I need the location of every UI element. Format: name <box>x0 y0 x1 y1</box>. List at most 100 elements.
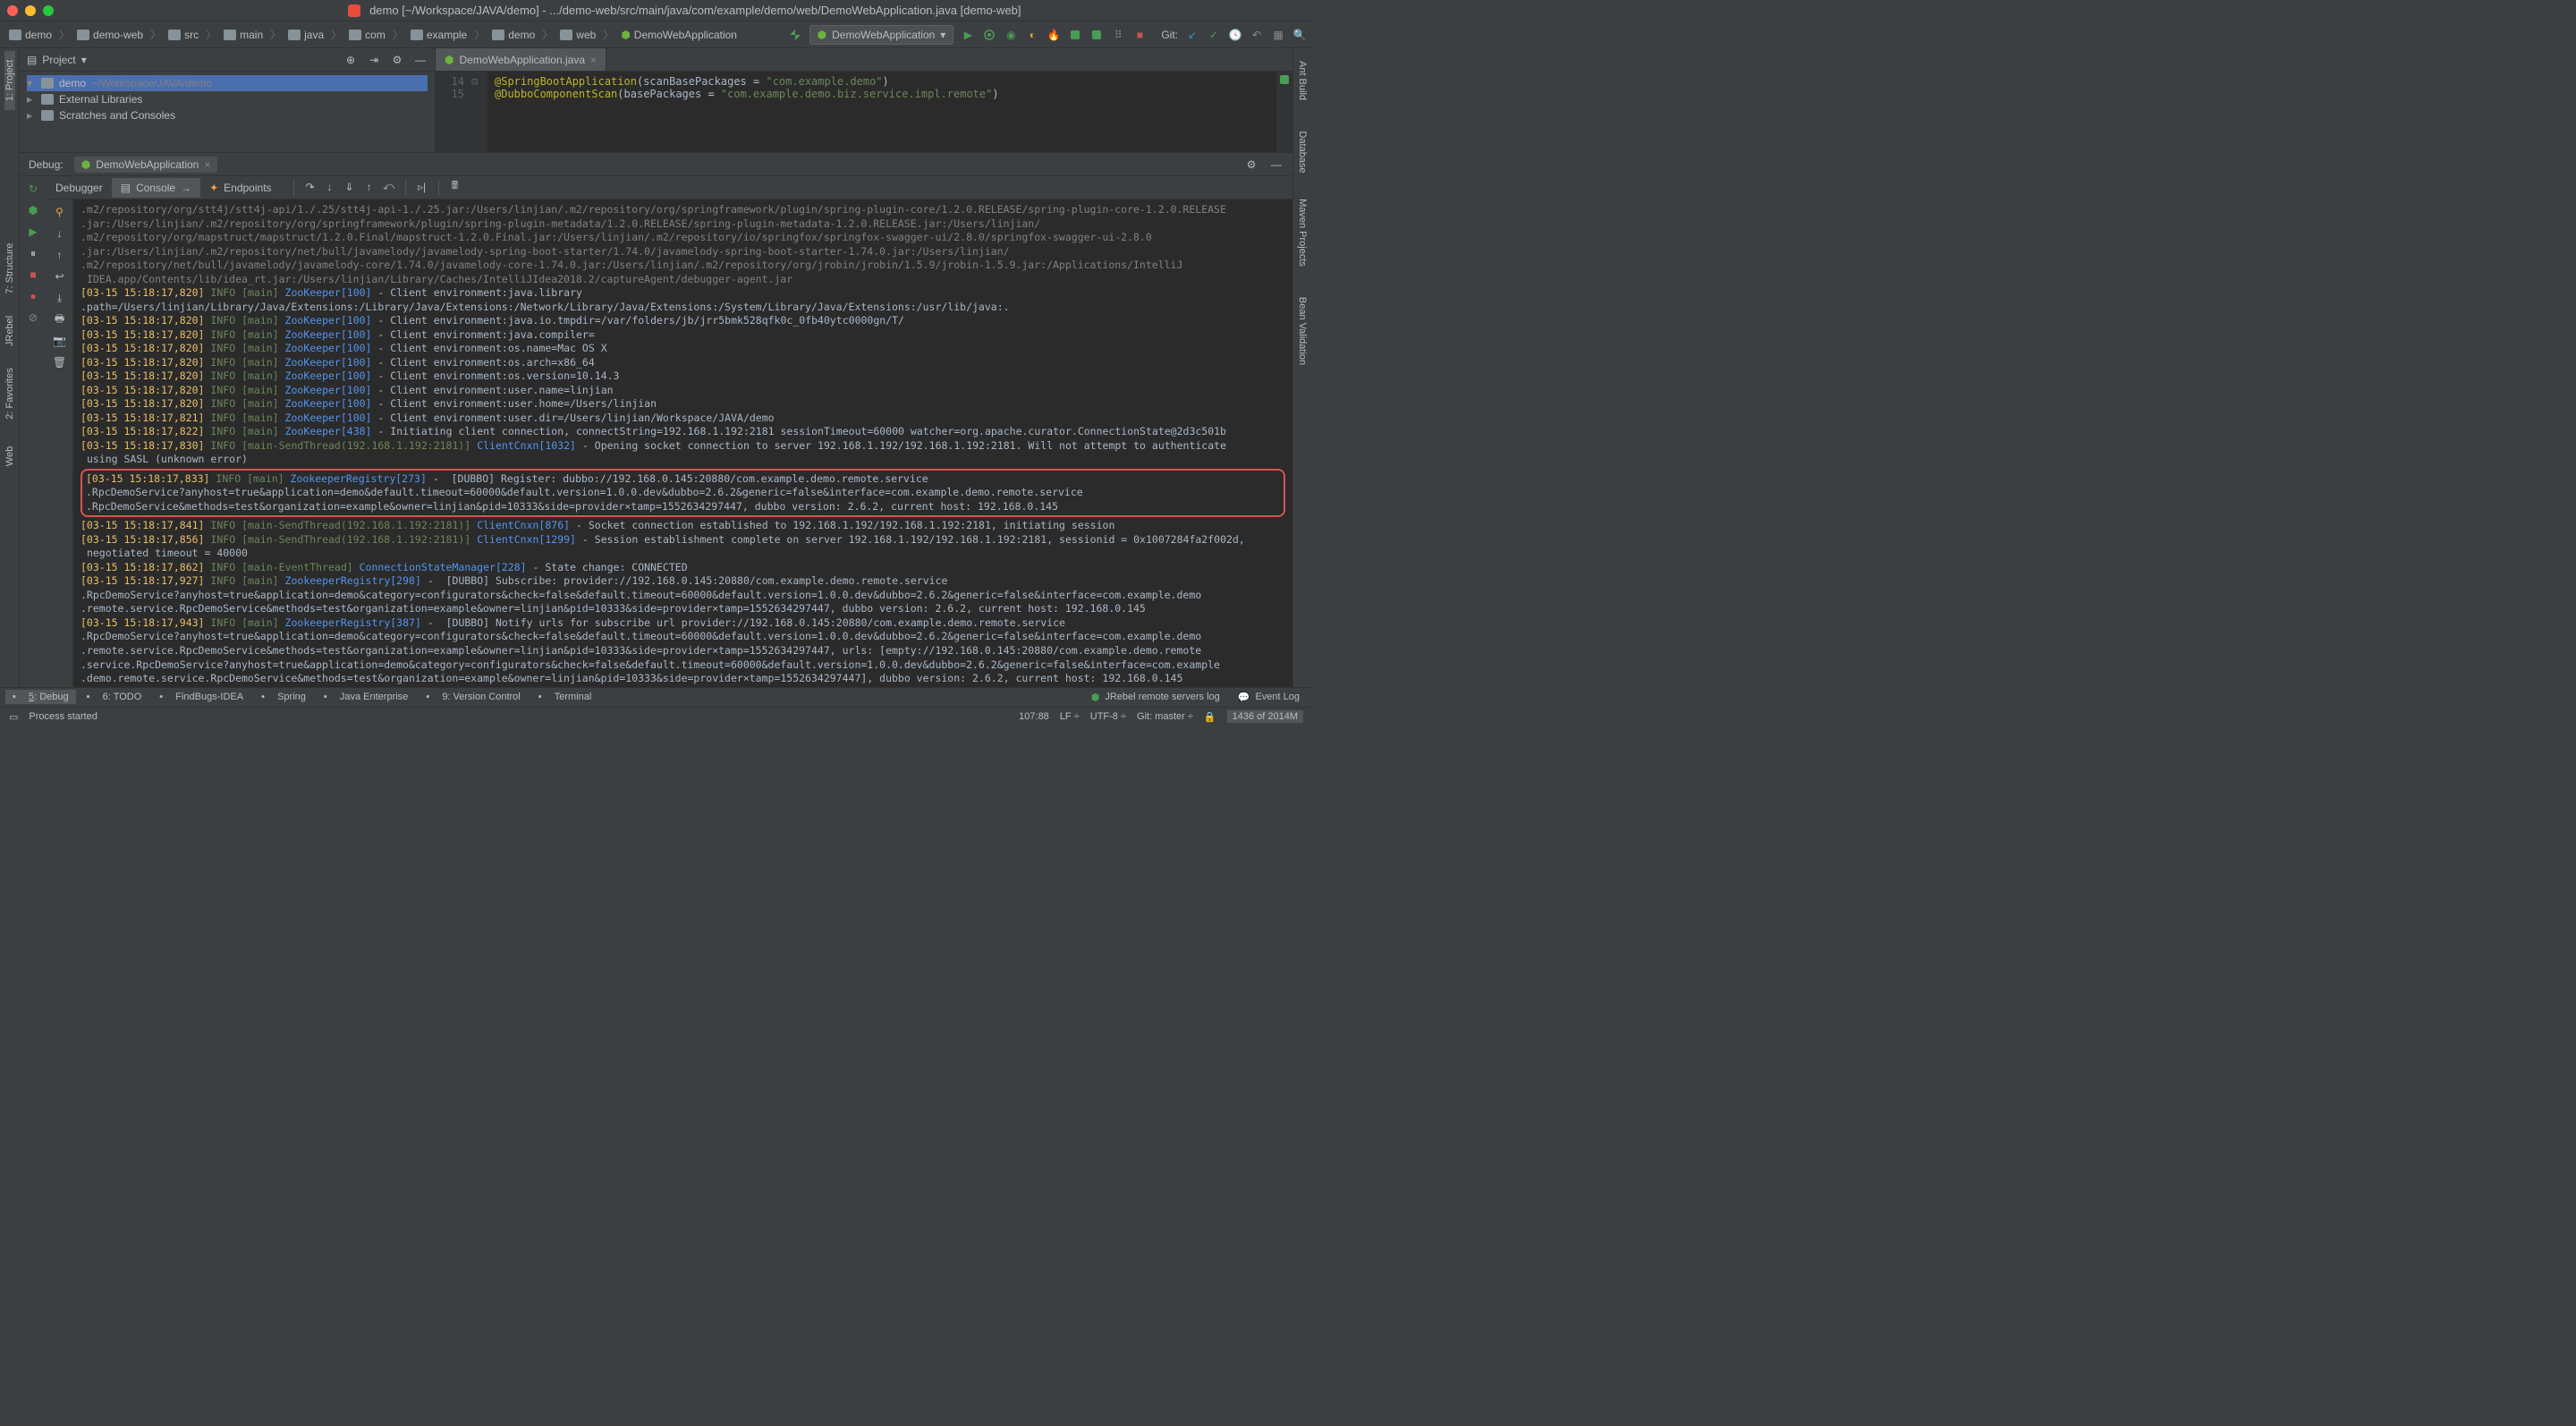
bottom-tab[interactable]: ▪6: TODO <box>80 690 149 704</box>
dropdown-icon[interactable]: ▾ <box>81 54 87 66</box>
vcs-revert-icon[interactable]: ↶ <box>1250 28 1264 42</box>
breadcrumb-item[interactable]: com <box>345 27 389 43</box>
jrebel-run-icon[interactable] <box>1068 28 1082 42</box>
debug-tabs: Debugger ▤ Console → ✦ Endpoints ↷ ↓ ⇓ ↑… <box>47 176 1292 199</box>
build-icon[interactable] <box>788 28 802 42</box>
evaluate-icon[interactable]: 🖩 <box>448 180 462 194</box>
breadcrumb-item[interactable]: demo <box>5 27 55 43</box>
flame-button[interactable]: 🔥 <box>1046 28 1061 42</box>
encoding[interactable]: UTF-8 ÷ <box>1090 711 1126 722</box>
hide-icon[interactable]: — <box>1269 157 1284 172</box>
breadcrumb-item[interactable]: demo <box>488 27 538 43</box>
vcs-update-icon[interactable]: ↙ <box>1185 28 1199 42</box>
pause-icon[interactable]: ⏸ <box>26 246 40 260</box>
step-into-icon[interactable]: ↓ <box>323 180 337 194</box>
drop-frame-icon[interactable]: ⤺ <box>382 180 396 194</box>
scroll-end-icon[interactable]: ⤓ <box>53 291 67 305</box>
breadcrumb-item[interactable]: web <box>556 27 599 43</box>
stop-button[interactable]: ■ <box>1132 28 1147 42</box>
left-tool-strip: 1: Project 7: Structure JRebel 2: Favori… <box>0 48 20 687</box>
editor-tab-demo[interactable]: ⬢ DemoWebApplication.java × <box>436 48 606 71</box>
bottom-tab[interactable]: ▪9: Version Control <box>419 690 527 704</box>
console-output[interactable]: .m2/repository/org/stt4j/stt4j-api/1./.2… <box>73 199 1292 687</box>
side-tab-web[interactable]: Web <box>4 427 15 486</box>
close-icon[interactable]: × <box>204 158 210 171</box>
tab-debugger[interactable]: Debugger <box>47 178 112 198</box>
breadcrumb-item[interactable]: java <box>284 27 327 43</box>
project-tree[interactable]: ▾demo ~/Workspace/JAVA/demo▸External Lib… <box>20 72 435 127</box>
print-icon[interactable]: 🖶 <box>53 312 67 327</box>
memory-indicator[interactable]: 1436 of 2014M <box>1227 710 1303 723</box>
lock-icon[interactable]: 🔒 <box>1204 711 1216 723</box>
attach-icon[interactable]: ⚲ <box>53 205 67 219</box>
ide-settings-icon[interactable]: ▦ <box>1271 28 1285 42</box>
jrebel-debug-icon[interactable] <box>1089 28 1104 42</box>
bottom-tab[interactable]: ▪FindBugs-IDEA <box>152 690 250 704</box>
breadcrumb-item[interactable]: demo-web <box>73 27 147 43</box>
code-area[interactable]: @SpringBootApplication(scanBasePackages … <box>487 72 1276 152</box>
soft-wrap-icon[interactable]: ↩ <box>53 269 67 284</box>
side-tab-favorites[interactable]: 2: Favorites <box>4 364 15 423</box>
status-icon[interactable]: ▭ <box>9 711 18 723</box>
step-over-icon[interactable]: ↷ <box>303 180 318 194</box>
side-tab-jrebel[interactable]: JRebel <box>4 301 15 361</box>
resume-icon[interactable]: ▶ <box>26 225 40 239</box>
debug-button[interactable] <box>982 28 996 42</box>
git-branch[interactable]: Git: master ÷ <box>1137 711 1193 722</box>
collapse-icon[interactable]: ⇥ <box>367 53 381 67</box>
bottom-tab[interactable]: ▪Java Enterprise <box>317 690 415 704</box>
up-icon[interactable]: ↑ <box>53 248 67 262</box>
breadcrumb-item[interactable]: ⬢DemoWebApplication <box>617 27 741 43</box>
jrebel-icon[interactable]: ⬢ <box>26 203 40 217</box>
coverage-button[interactable]: ◉ <box>1004 28 1018 42</box>
tab-console[interactable]: ▤ Console → <box>112 178 200 198</box>
side-tab-bean[interactable]: Bean Validation <box>1297 287 1308 375</box>
tree-item[interactable]: ▸Scratches and Consoles <box>27 107 428 123</box>
actions-icon[interactable]: ⠿ <box>1111 28 1125 42</box>
bottom-tab[interactable]: ▪5: Debug <box>5 690 76 704</box>
breadcrumb-item[interactable]: example <box>407 27 470 43</box>
down-icon[interactable]: ↓ <box>53 226 67 241</box>
minimize-window[interactable] <box>25 5 36 16</box>
side-tab-maven[interactable]: Maven Projects <box>1297 189 1308 276</box>
run-config-selector[interactable]: ⬢ DemoWebApplication ▾ <box>809 25 954 45</box>
event-log-tab[interactable]: 💬Event Log <box>1231 690 1307 705</box>
camera-icon[interactable]: 📷 <box>53 334 67 348</box>
bottom-tab[interactable]: ▪Spring <box>254 690 313 704</box>
profile-button[interactable]: ◐ <box>1025 28 1039 42</box>
rerun-icon[interactable]: ↻ <box>26 182 40 196</box>
breadcrumb-item[interactable]: main <box>220 27 267 43</box>
hide-icon[interactable]: — <box>413 53 428 67</box>
run-button[interactable]: ▶ <box>961 28 975 42</box>
force-step-into-icon[interactable]: ⇓ <box>343 180 357 194</box>
gear-icon[interactable]: ⚙ <box>390 53 404 67</box>
line-sep[interactable]: LF ÷ <box>1060 711 1080 722</box>
clear-icon[interactable]: 🗑 <box>53 355 67 369</box>
run-to-cursor-icon[interactable]: ▹| <box>415 180 429 194</box>
breadcrumb-item[interactable]: src <box>165 27 202 43</box>
tree-item[interactable]: ▾demo ~/Workspace/JAVA/demo <box>27 75 428 91</box>
mute-bp-icon[interactable]: ⊘ <box>26 310 40 325</box>
maximize-window[interactable] <box>43 5 54 16</box>
close-window[interactable] <box>7 5 18 16</box>
editor-content[interactable]: 14 15 ⊟ @SpringBootApplication(scanBaseP… <box>436 72 1292 152</box>
side-tab-structure[interactable]: 7: Structure <box>4 239 15 298</box>
fold-gutter[interactable]: ⊟ <box>470 72 487 152</box>
gear-icon[interactable]: ⚙ <box>1244 157 1258 172</box>
tree-item[interactable]: ▸External Libraries <box>27 91 428 107</box>
cursor-position[interactable]: 107:88 <box>1019 711 1049 722</box>
jrebel-log-tab[interactable]: ⬢JRebel remote servers log <box>1084 690 1227 705</box>
close-icon[interactable]: × <box>590 54 597 66</box>
tab-endpoints[interactable]: ✦ Endpoints <box>200 178 280 198</box>
toolbar: ⬢ DemoWebApplication ▾ ▶ ◉ ◐ 🔥 ⠿ ■ Git: … <box>788 25 1307 45</box>
side-tab-database[interactable]: Database <box>1297 108 1308 196</box>
vcs-commit-icon[interactable]: ✓ <box>1207 28 1221 42</box>
bottom-tab[interactable]: ▪Terminal <box>531 690 599 704</box>
side-tab-project[interactable]: 1: Project <box>4 51 15 110</box>
target-icon[interactable]: ⊕ <box>343 53 358 67</box>
stop-icon[interactable]: ■ <box>26 267 40 282</box>
vcs-history-icon[interactable]: 🕓 <box>1228 28 1242 42</box>
chevron-right-icon: 〉 <box>150 27 161 42</box>
breakpoints-icon[interactable]: ● <box>26 289 40 303</box>
step-out-icon[interactable]: ↑ <box>362 180 377 194</box>
